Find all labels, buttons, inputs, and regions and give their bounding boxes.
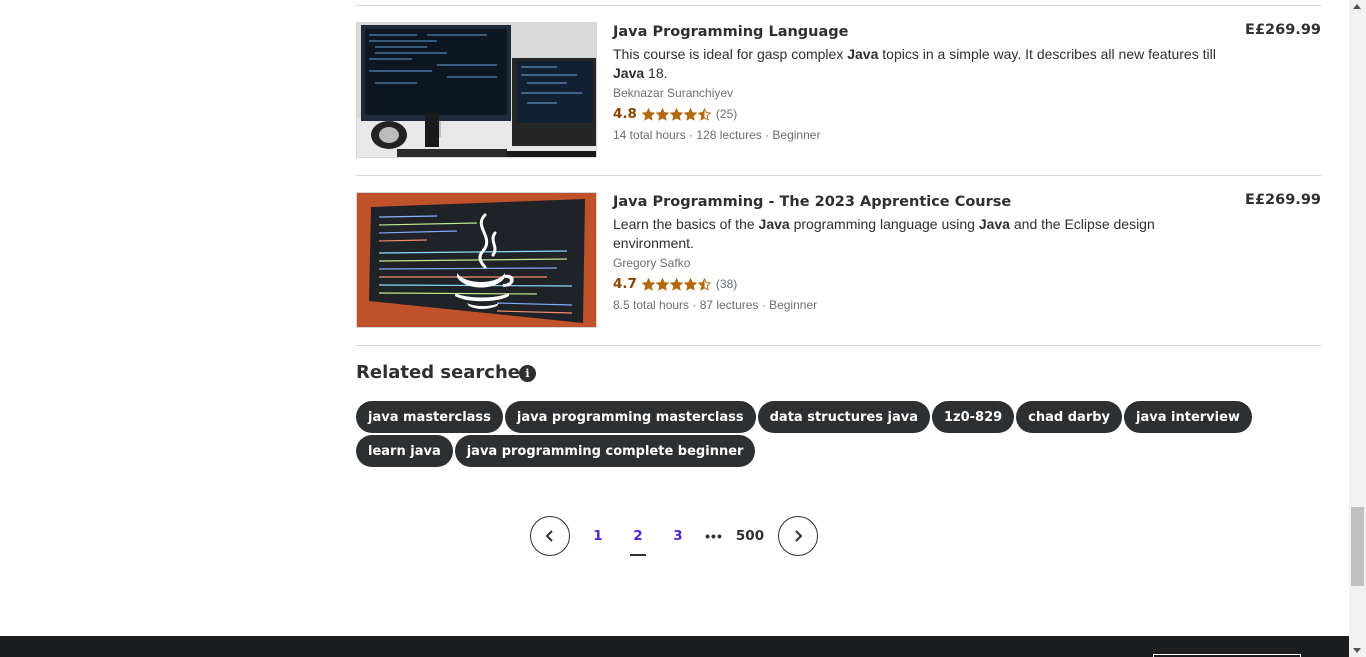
related-chip[interactable]: 1z0-829 (931, 401, 1015, 433)
course-meta: 14 total hours · 128 lectures · Beginner (613, 128, 821, 142)
page-link-last[interactable]: 500 (730, 516, 770, 556)
course-instructor: Beknazar Suranchiyev (613, 86, 734, 100)
page-link-2-current[interactable]: 2 (618, 516, 658, 556)
course-title[interactable]: Java Programming - The 2023 Apprentice C… (613, 193, 1223, 211)
course-thumbnail[interactable] (356, 22, 597, 158)
course-title[interactable]: Java Programming Language (613, 23, 1223, 41)
course-description: Learn the basics of the Java programming… (613, 216, 1155, 251)
course-description: This course is ideal for gasp complex Ja… (613, 46, 1216, 81)
course-rating: 4.7 (38) (613, 275, 1223, 293)
related-chip[interactable]: java programming complete beginner (454, 435, 756, 467)
rating-value: 4.7 (613, 276, 637, 292)
scrollbar-thumb[interactable] (1351, 507, 1364, 586)
course-price: E£269.99 (1245, 22, 1321, 38)
related-chip[interactable]: learn java (356, 435, 453, 467)
course-info: Java Programming Language This course is… (613, 22, 1223, 143)
related-searches-title: Related searches (356, 362, 531, 383)
scroll-down-arrow-icon[interactable] (1353, 648, 1361, 653)
info-icon[interactable]: i (519, 365, 536, 382)
related-chip[interactable]: chad darby (1016, 401, 1123, 433)
divider (356, 5, 1321, 6)
course-price: E£269.99 (1245, 192, 1321, 208)
star-icon (641, 277, 655, 291)
pagination: 1 2 3 ••• 500 (530, 516, 818, 556)
star-icon (655, 277, 669, 291)
page-link-1[interactable]: 1 (578, 516, 618, 556)
rating-count: (38) (715, 277, 738, 291)
chevron-right-icon (795, 530, 803, 542)
course-thumbnail[interactable] (356, 192, 597, 328)
course-info: Java Programming - The 2023 Apprentice C… (613, 192, 1223, 313)
page-link-3[interactable]: 3 (658, 516, 698, 556)
scrollbar[interactable] (1349, 0, 1366, 657)
star-icon (683, 107, 697, 121)
star-icon (697, 277, 711, 291)
related-chip[interactable]: java programming masterclass (504, 401, 756, 433)
star-icon (697, 107, 711, 121)
star-icon (641, 107, 655, 121)
star-icon (669, 277, 683, 291)
star-icon (683, 277, 697, 291)
course-rating: 4.8 (25) (613, 105, 1223, 123)
related-chip[interactable]: java interview (1124, 401, 1252, 433)
related-chip[interactable]: java masterclass (356, 401, 503, 433)
previous-page-button[interactable] (530, 516, 570, 556)
rating-count: (25) (715, 107, 738, 121)
pagination-ellipsis: ••• (705, 528, 723, 544)
footer (0, 636, 1349, 657)
star-icon (655, 107, 669, 121)
scroll-up-arrow-icon[interactable] (1353, 4, 1361, 9)
divider (356, 345, 1321, 346)
chevron-left-icon (545, 530, 553, 542)
course-meta: 8.5 total hours · 87 lectures · Beginner (613, 298, 818, 312)
related-searches-chips: java masterclass java programming master… (356, 401, 1256, 467)
next-page-button[interactable] (778, 516, 818, 556)
divider (356, 175, 1321, 176)
related-chip[interactable]: data structures java (757, 401, 930, 433)
rating-value: 4.8 (613, 106, 637, 122)
course-card-java-programming-language[interactable]: Java Programming Language This course is… (356, 22, 1321, 159)
rating-stars (641, 277, 711, 291)
course-instructor: Gregory Safko (613, 256, 691, 270)
rating-stars (641, 107, 711, 121)
course-card-java-apprentice[interactable]: Java Programming - The 2023 Apprentice C… (356, 192, 1321, 329)
star-icon (669, 107, 683, 121)
search-results-page: Java Programming Language This course is… (0, 0, 1349, 657)
